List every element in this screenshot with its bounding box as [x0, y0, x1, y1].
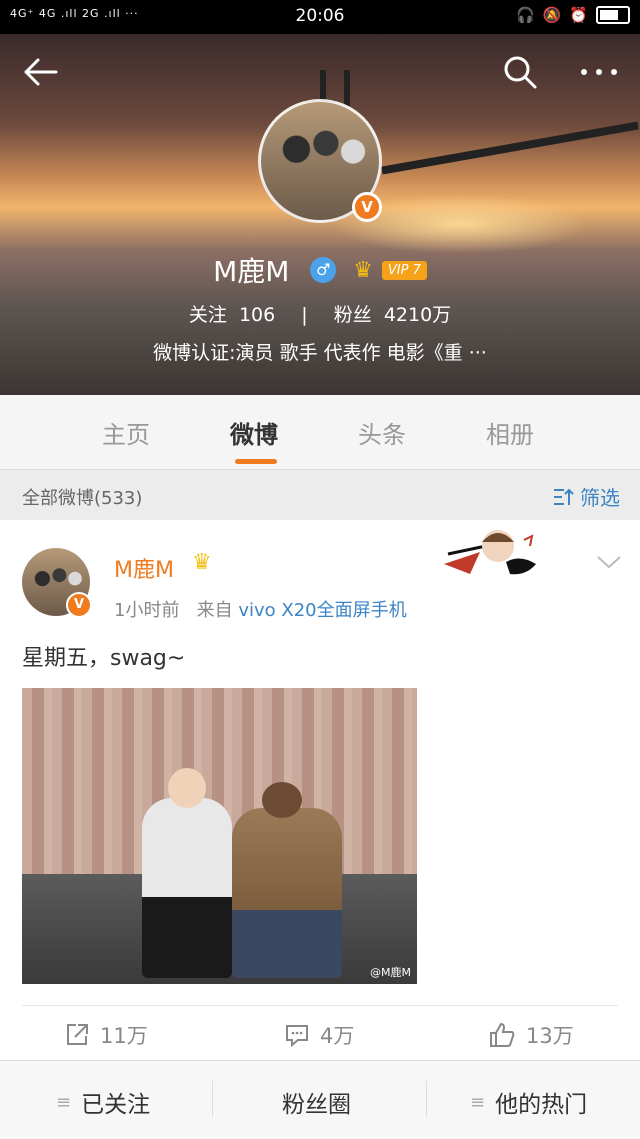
- tab-headlines[interactable]: 头条: [358, 415, 406, 450]
- verification-text[interactable]: 微博认证:演员 歌手 代表作 电影《重 ···: [0, 338, 640, 365]
- filter-label: 筛选: [580, 486, 620, 510]
- card-sticker-icon: [444, 530, 536, 575]
- menu-lines-icon: ≡: [56, 1091, 72, 1113]
- back-arrow-icon: [24, 58, 58, 86]
- bottom-action-bar: ≡ 已关注 粉丝圈 ≡ 他的热门: [0, 1060, 640, 1139]
- bar-divider: [426, 1081, 427, 1117]
- all-posts-count: 全部微博(533): [22, 488, 143, 509]
- photo-person: [232, 782, 342, 978]
- filter-icon: [553, 488, 574, 505]
- follow-stats: 关注 106 | 粉丝 4210万: [0, 300, 640, 327]
- following-label: 关注: [188, 304, 227, 326]
- status-icons: 🎧 🔕 ⏰: [516, 6, 630, 24]
- profile-name-row: M鹿M ♂ ♛ VIP 7: [0, 250, 640, 290]
- tab-album[interactable]: 相册: [486, 415, 534, 450]
- headset-icon: 🎧: [515, 6, 535, 24]
- post-source-link[interactable]: vivo X20全面屏手机: [238, 600, 406, 621]
- bar-divider: [212, 1081, 213, 1117]
- tab-home[interactable]: 主页: [102, 415, 150, 450]
- mute-icon: 🔕: [542, 6, 562, 24]
- comment-button[interactable]: 4万: [284, 1020, 354, 1050]
- verified-badge-icon: V: [352, 192, 382, 222]
- like-count: 13万: [526, 1024, 574, 1048]
- fan-circle-label: 粉丝圈: [282, 1092, 351, 1118]
- crown-icon: ♛: [353, 257, 373, 283]
- repost-count: 11万: [100, 1024, 148, 1048]
- verified-badge-icon: V: [66, 592, 92, 618]
- stats-divider: |: [301, 304, 308, 326]
- tab-weibo[interactable]: 微博: [230, 415, 278, 450]
- repost-button[interactable]: 11万: [64, 1020, 148, 1050]
- followed-label: 已关注: [81, 1092, 151, 1118]
- followers-link[interactable]: 粉丝 4210万: [334, 300, 451, 327]
- post-divider: [22, 1005, 618, 1006]
- status-bar: 4G⁺ 4G .ıll 2G .ıll ··· 20:06 🎧 🔕 ⏰: [0, 0, 640, 34]
- post-source-prefix: 来自: [196, 600, 233, 621]
- bridge-deck: [381, 121, 639, 175]
- more-button[interactable]: [578, 52, 622, 92]
- active-tab-indicator: [235, 459, 277, 464]
- comment-count: 4万: [320, 1024, 355, 1048]
- back-button[interactable]: [20, 52, 64, 92]
- post-text: 星期五，swag~: [22, 646, 186, 671]
- male-gender-icon: ♂: [310, 257, 337, 283]
- crown-icon: ♛: [192, 550, 212, 575]
- followers-count: 4210万: [383, 304, 452, 326]
- his-hot-button[interactable]: ≡ 他的热门: [470, 1085, 587, 1119]
- following-count: 106: [238, 304, 276, 326]
- menu-lines-icon: ≡: [470, 1091, 486, 1113]
- image-watermark: @M鹿M: [370, 966, 411, 979]
- filter-button[interactable]: 筛选: [552, 482, 620, 511]
- comment-icon: [286, 1025, 308, 1048]
- chevron-down-icon: [597, 556, 621, 569]
- photo-person: [142, 768, 232, 978]
- profile-tabs: 主页 微博 头条 相册: [0, 395, 640, 470]
- followed-button[interactable]: ≡ 已关注: [56, 1085, 150, 1119]
- search-icon: [504, 56, 537, 89]
- post-options-button[interactable]: [594, 550, 624, 574]
- post-photo[interactable]: @M鹿M: [22, 688, 417, 984]
- filter-bar: 全部微博(533) 筛选: [0, 470, 640, 520]
- post-meta: 1小时前 来自 vivo X20全面屏手机: [114, 596, 407, 622]
- followers-label: 粉丝: [333, 304, 372, 326]
- repost-icon: [67, 1024, 88, 1045]
- post-author-name[interactable]: M鹿M: [114, 552, 174, 584]
- thumbs-up-icon: [490, 1022, 515, 1047]
- post-time: 1小时前: [114, 600, 180, 621]
- battery-icon: [596, 6, 630, 24]
- his-hot-label: 他的热门: [495, 1092, 588, 1118]
- post-card[interactable]: V M鹿M ♛ 1小时前 来自 vivo X20全面屏手机 星期五，swag~ …: [0, 520, 640, 1060]
- like-button[interactable]: 13万: [488, 1020, 574, 1050]
- following-link[interactable]: 关注 106: [189, 300, 275, 327]
- vip-badge[interactable]: VIP 7: [381, 260, 427, 280]
- alarm-icon: ⏰: [569, 6, 588, 24]
- profile-username: M鹿M: [213, 255, 290, 288]
- fan-circle-button[interactable]: 粉丝圈: [282, 1085, 351, 1119]
- search-button[interactable]: [500, 52, 540, 92]
- more-dots-icon: [581, 69, 617, 75]
